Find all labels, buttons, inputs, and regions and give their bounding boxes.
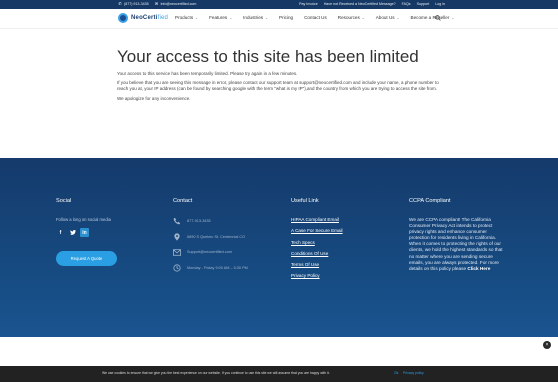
nav-products[interactable]: Products ⌄ [175, 15, 198, 20]
contact-email: Support@neocertified.com [187, 250, 233, 254]
nav-label: Features [209, 15, 228, 20]
top-phone-text: (877) 913-3435 [124, 2, 149, 6]
map-pin-icon [173, 232, 181, 241]
ccpa-click-here-link[interactable]: Click Here [467, 266, 490, 271]
apology-text: We apologize for any inconvenience. [117, 96, 191, 102]
nav-features[interactable]: Features ⌄ [209, 15, 232, 20]
top-email[interactable]: ✉ info@neocertified.com [155, 1, 197, 7]
chevron-down-icon: ⌄ [229, 15, 233, 20]
social-icons: f in [56, 228, 156, 237]
site-footer: Social Follow a long on social media f i… [0, 158, 558, 337]
nav-about-us[interactable]: About Us ⌄ [376, 15, 400, 20]
cookie-bar: We use cookies to ensure that we give yo… [0, 366, 558, 382]
contact-phone-row[interactable]: 877-913-3435 [173, 217, 273, 225]
footer-contact: Contact 877-913-3435 6890 S Quebec St, C… [173, 198, 273, 279]
facebook-icon[interactable]: f [56, 228, 65, 237]
nav-label: Pricing [279, 15, 294, 20]
follow-text: Follow a long on social media [56, 217, 111, 222]
top-link-pay-invoice[interactable]: Pay Invoice [299, 1, 318, 7]
nav-label: Become a Reseller [410, 15, 450, 20]
link-hipaa-email[interactable]: HIPAA Compliant Email [291, 217, 391, 222]
logo-text: NeoCerti [131, 15, 158, 21]
main-content: Your access to this site has been limite… [117, 48, 443, 106]
request-quote-button[interactable]: Request A Quote [56, 251, 117, 266]
link-tech-specs[interactable]: Tech Specs [291, 240, 391, 245]
main-nav: Products ⌄ Features ⌄ Industries ⌄ Pricing … [175, 15, 454, 20]
chevron-down-icon: ⌄ [396, 15, 400, 20]
nav-pricing[interactable]: Pricing [279, 15, 293, 20]
close-icon[interactable]: × [543, 341, 551, 349]
search-icon[interactable] [435, 15, 441, 21]
top-email-text: info@neocertified.com [160, 2, 197, 6]
top-link-support[interactable]: Support [417, 1, 430, 7]
chevron-down-icon: ⌄ [265, 15, 269, 20]
footer-social: Social Follow a long on social media f i… [56, 198, 156, 266]
social-heading: Social [56, 198, 72, 204]
phone-icon [173, 217, 181, 225]
nav-contact-us[interactable]: Contact Us [304, 15, 327, 20]
top-contact: ✆ (877) 913-3435 ✉ info@neocertified.com [118, 1, 196, 7]
link-privacy-policy[interactable]: Privacy Policy [291, 273, 391, 278]
error-instructions: If you believe that you are seeing this … [117, 80, 439, 92]
chevron-down-icon: ⌄ [451, 15, 455, 20]
nav-label: Industries [243, 15, 264, 20]
nav-label: Products [175, 15, 194, 20]
link-terms-of-use[interactable]: Terms Of Use [291, 262, 391, 267]
useful-heading: Useful Link [291, 198, 319, 204]
twitter-icon[interactable] [68, 228, 77, 237]
top-bar: ✆ (877) 913-3435 ✉ info@neocertified.com… [0, 0, 558, 9]
nav-label: Resources [337, 15, 360, 20]
top-link-faqs[interactable]: FAQs [402, 1, 411, 7]
logo-accent: fied [157, 15, 169, 21]
top-link-login[interactable]: Log in [435, 1, 445, 7]
logo-mark [118, 13, 128, 23]
footer-useful-links: Useful Link HIPAA Compliant Email A Case… [291, 198, 391, 285]
chevron-down-icon: ⌄ [195, 15, 199, 20]
top-links: Pay Invoice Have not Received a NeoCerti… [299, 1, 445, 7]
limited-message: Your access to this service has been tem… [117, 70, 298, 76]
contact-address: 6890 S Quebec St, Centennial CO [187, 234, 246, 239]
cookie-message: We use cookies to ensure that we give yo… [102, 371, 330, 375]
contact-hours-row: Monday - Friday 9:00 AM – 5:30 PM [173, 263, 273, 272]
nav-resources[interactable]: Resources ⌄ [338, 15, 365, 20]
top-phone[interactable]: ✆ (877) 913-3435 [118, 1, 149, 7]
cookie-ok-button[interactable]: Ok [394, 371, 398, 375]
contact-hours: Monday - Friday 9:00 AM – 5:30 PM [187, 265, 248, 270]
contact-heading: Contact [173, 198, 193, 204]
nav-label: About Us [375, 15, 395, 20]
logo[interactable]: NeoCertified [118, 13, 168, 23]
chevron-down-icon: ⌄ [361, 15, 365, 20]
nav-label: Contact Us [304, 15, 327, 20]
ccpa-body: We are CCPA compliant! The California Co… [409, 217, 503, 271]
cookie-privacy-link[interactable]: Privacy policy [403, 371, 424, 375]
phone-icon: ✆ [118, 1, 122, 6]
logo-wordmark: NeoCertified [131, 15, 168, 21]
nav-industries[interactable]: Industries ⌄ [243, 15, 268, 20]
nav-become-reseller[interactable]: Become a Reseller ⌄ [411, 15, 455, 20]
clock-icon [173, 263, 181, 272]
footer-ccpa: CCPA Compliant We are CCPA compliant! Th… [409, 198, 509, 272]
envelope-icon [173, 248, 181, 256]
top-link-not-received[interactable]: Have not Received a NeoCertified Message… [324, 1, 396, 7]
ccpa-text: We are CCPA compliant! The California Co… [409, 217, 506, 272]
link-conditions-of-use[interactable]: Conditions Of Use [291, 251, 391, 256]
contact-address-row: 6890 S Quebec St, Centennial CO [173, 232, 273, 241]
link-case-secure-email[interactable]: A Case For Secure Email [291, 228, 391, 233]
ccpa-heading: CCPA Compliant [409, 198, 451, 204]
linkedin-icon[interactable]: in [80, 228, 89, 237]
page-title: Your access to this site has been limite… [117, 47, 419, 66]
contact-email-row[interactable]: Support@neocertified.com [173, 248, 273, 256]
envelope-icon: ✉ [154, 1, 159, 6]
contact-phone: 877-913-3435 [187, 219, 211, 223]
site-header: NeoCertified Products ⌄ Features ⌄ Industr… [0, 9, 558, 29]
